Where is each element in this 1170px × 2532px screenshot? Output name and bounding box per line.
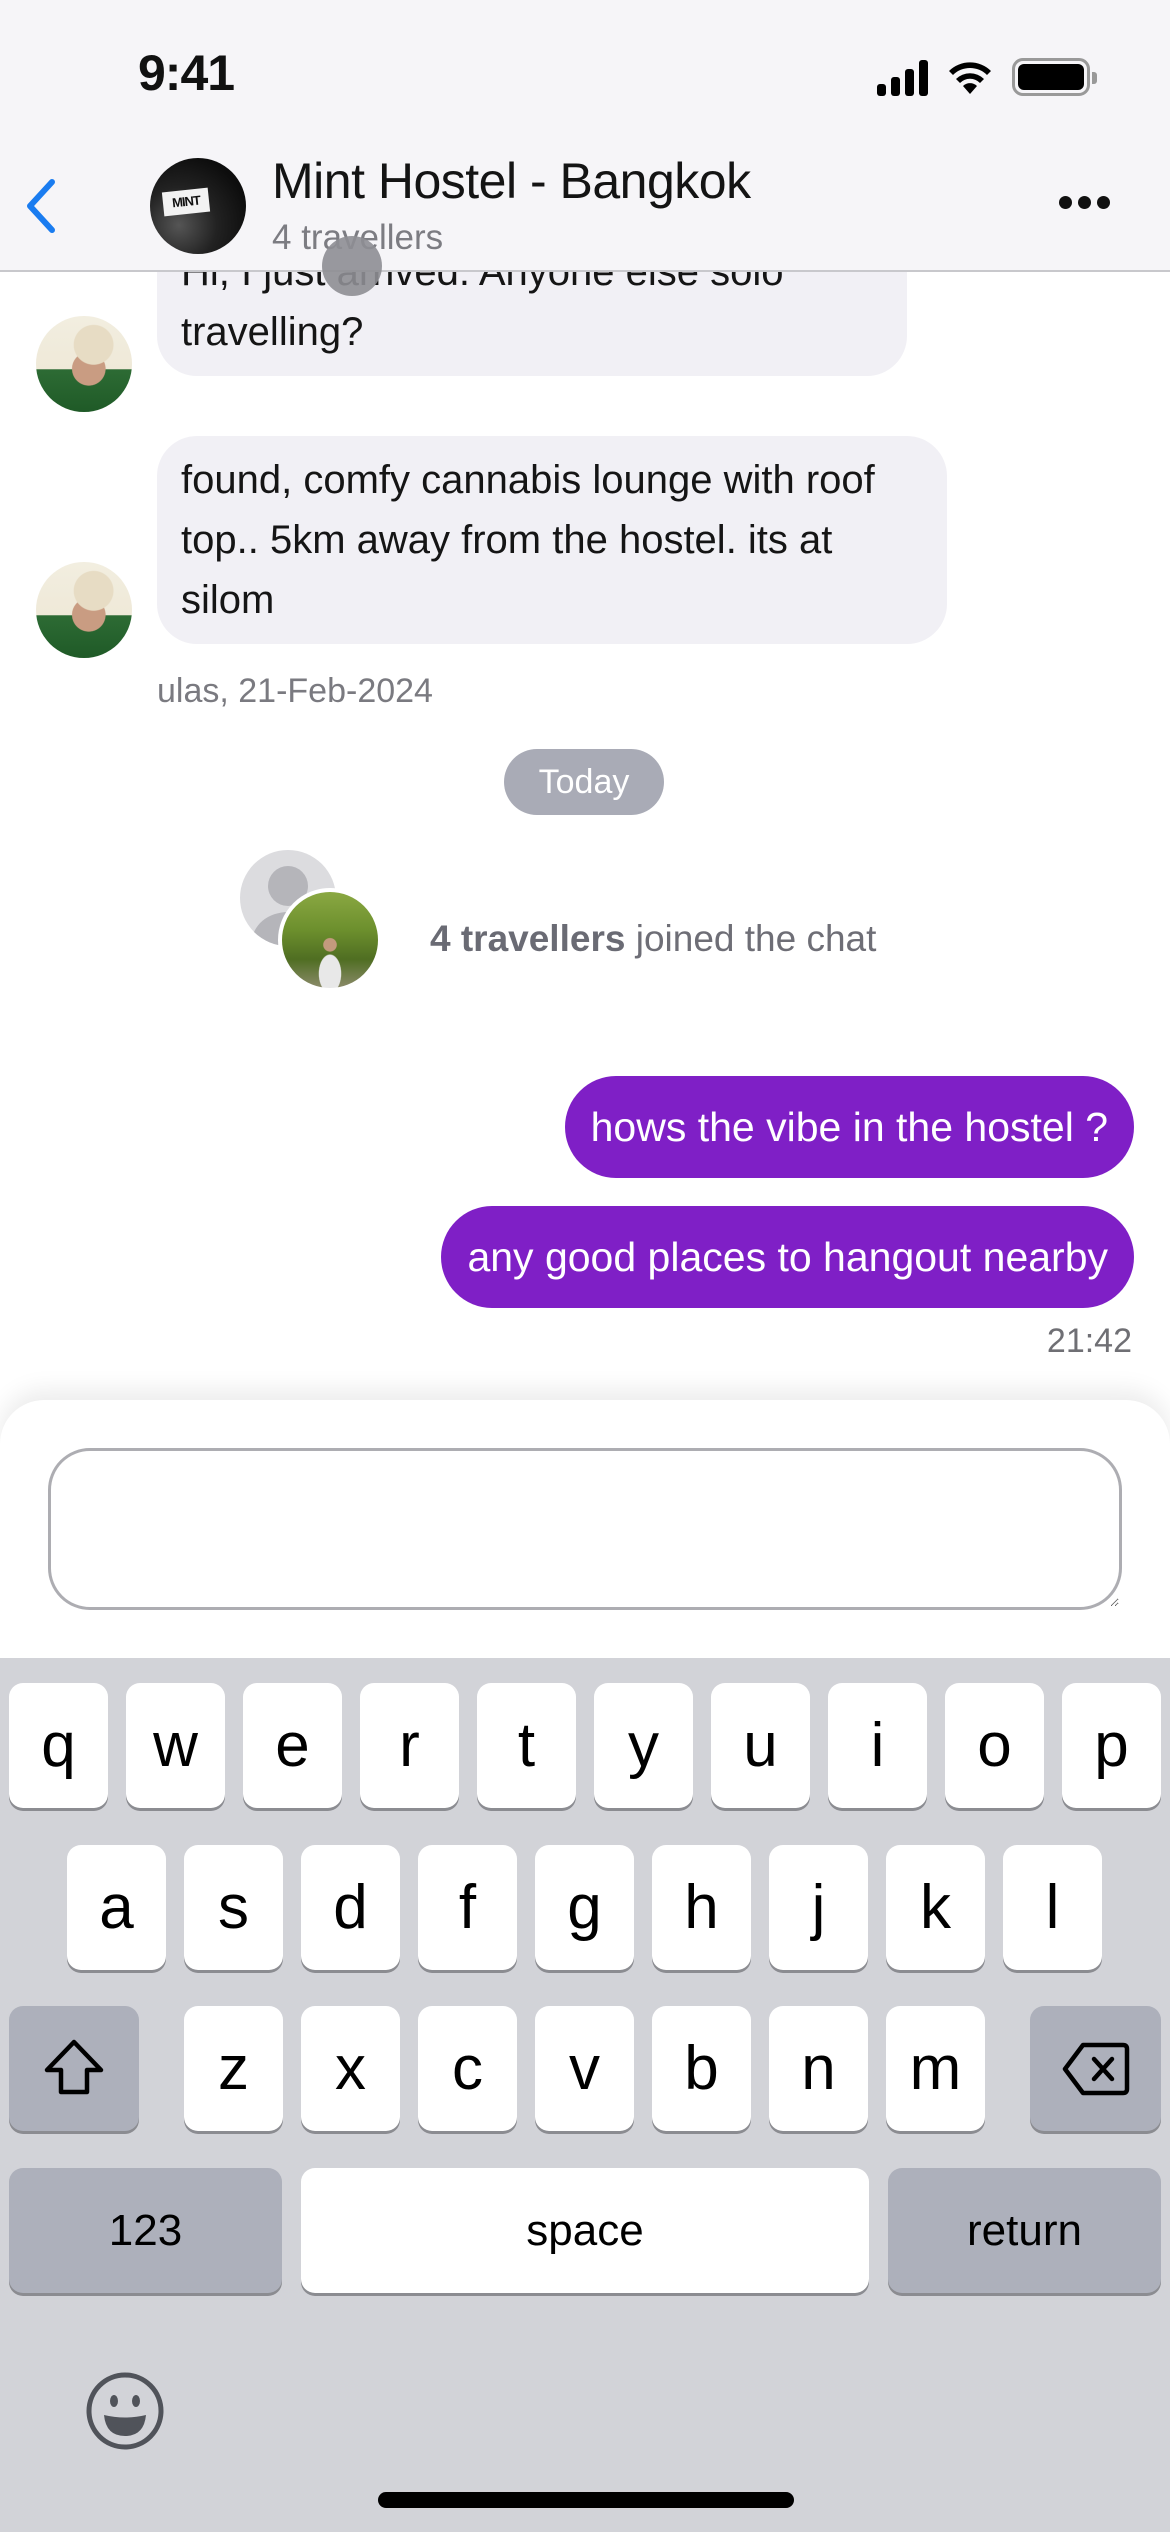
key-i[interactable]: i [828,1683,927,1808]
status-time: 9:41 [138,45,235,101]
key-y[interactable]: y [594,1683,693,1808]
incoming-message[interactable]: found, comfy cannabis lounge with roof t… [157,436,947,644]
key-n[interactable]: n [769,2006,868,2131]
key-f[interactable]: f [418,1845,517,1970]
key-u[interactable]: u [711,1683,810,1808]
joined-notice: 4 travellers joined the chat [240,850,1040,992]
key-r[interactable]: r [360,1683,459,1808]
message-text: any good places to hangout nearby [467,1233,1108,1280]
key-d[interactable]: d [301,1845,400,1970]
incoming-message[interactable]: Hi, I just arrived. Anyone else solo tra… [157,272,907,376]
key-e[interactable]: e [243,1683,342,1808]
chat-header: 9:41 MINT Mint Hostel - Bangkok 4 travel… [0,0,1170,272]
back-button[interactable] [18,176,68,236]
traveller-avatar[interactable] [278,888,382,992]
numbers-key[interactable]: 123 [9,2168,282,2293]
message-timestamp: 21:42 [1046,1322,1132,1360]
backspace-icon [1062,2042,1129,2095]
message-input[interactable] [48,1448,1122,1610]
group-avatar-logo: MINT [161,187,211,217]
joined-text: 4 travellers joined the chat [430,918,876,960]
message-text: found, comfy cannabis lounge with roof t… [181,458,875,622]
keyboard: qwertyuiop asdfghjkl zxcvbnm 123 space r… [0,1658,1170,2532]
delete-key[interactable] [1030,2006,1161,2131]
sender-avatar[interactable] [36,316,132,412]
battery-icon [1012,58,1097,96]
key-a[interactable]: a [67,1845,166,1970]
key-o[interactable]: o [945,1683,1044,1808]
key-s[interactable]: s [184,1845,283,1970]
message-text: Hi, I just arrived. Anyone else solo tra… [181,272,784,354]
status-icons [877,58,1097,96]
space-key[interactable]: space [301,2168,869,2293]
group-avatar[interactable]: MINT [150,158,246,254]
touch-indicator [322,236,382,296]
date-separator: Today [504,749,664,815]
home-indicator[interactable] [378,2492,794,2508]
key-k[interactable]: k [886,1845,985,1970]
key-x[interactable]: x [301,2006,400,2131]
key-g[interactable]: g [535,1845,634,1970]
ellipsis-icon [1059,196,1072,209]
chat-title[interactable]: Mint Hostel - Bangkok [272,152,751,210]
shift-key[interactable] [9,2006,139,2131]
key-w[interactable]: w [126,1683,225,1808]
cellular-signal-icon [877,58,928,96]
emoji-button[interactable] [84,2370,166,2452]
key-p[interactable]: p [1062,1683,1161,1808]
key-l[interactable]: l [1003,1845,1102,1970]
emoji-icon [86,2372,164,2450]
message-list[interactable]: Hi, I just arrived. Anyone else solo tra… [0,272,1170,1402]
outgoing-message[interactable]: any good places to hangout nearby [441,1206,1134,1308]
joined-count[interactable]: 4 travellers [430,918,625,959]
outgoing-message[interactable]: hows the vibe in the hostel ? [564,1076,1134,1178]
joined-action: joined the chat [635,918,877,959]
key-b[interactable]: b [652,2006,751,2131]
key-z[interactable]: z [184,2006,283,2131]
return-key[interactable]: return [888,2168,1161,2293]
key-v[interactable]: v [535,2006,634,2131]
wifi-icon [949,62,991,94]
shift-icon [44,2039,104,2094]
key-h[interactable]: h [652,1845,751,1970]
more-options-button[interactable] [1059,196,1110,209]
composer [0,1400,1170,1658]
message-text: hows the vibe in the hostel ? [590,1103,1108,1150]
key-m[interactable]: m [886,2006,985,2131]
key-j[interactable]: j [769,1845,868,1970]
key-q[interactable]: q [9,1683,108,1808]
sender-avatar[interactable] [36,562,132,658]
message-meta: ulas, 21-Feb-2024 [157,672,433,710]
key-t[interactable]: t [477,1683,576,1808]
key-c[interactable]: c [418,2006,517,2131]
